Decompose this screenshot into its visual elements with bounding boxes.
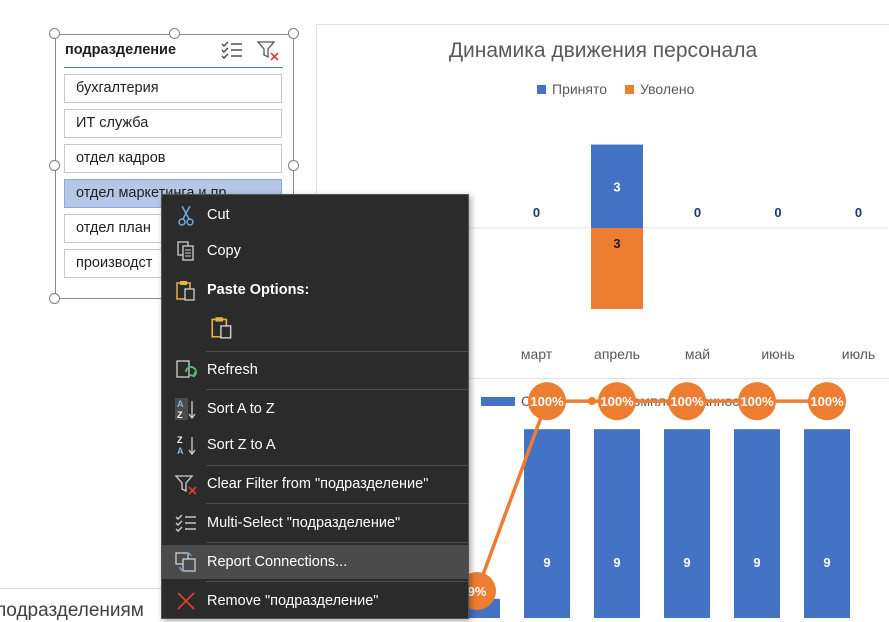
menu-item-multi-select[interactable]: Multi-Select "подразделение" — [162, 506, 468, 540]
multi-select-icon — [175, 514, 196, 532]
data-label: 100% — [740, 394, 774, 409]
menu-label: Multi-Select "подразделение" — [207, 515, 401, 531]
context-menu[interactable]: Cut Copy Paste Options: Refresh A Z Sort… — [161, 194, 469, 619]
menu-item-remove[interactable]: Remove "подразделение" — [162, 584, 468, 618]
menu-item-report-connections[interactable]: Report Connections... — [162, 545, 468, 579]
clear-filter-icon — [174, 475, 197, 495]
resize-handle[interactable] — [288, 28, 299, 39]
resize-handle[interactable] — [49, 160, 60, 171]
menu-separator — [206, 351, 468, 352]
sheet-rule — [0, 588, 161, 589]
data-label: 9 — [753, 555, 760, 570]
data-label: 3 — [613, 179, 620, 194]
menu-separator — [206, 542, 468, 543]
svg-text:A: A — [177, 399, 184, 409]
bar-headcount — [734, 429, 780, 618]
svg-text:Z: Z — [177, 435, 183, 445]
bar-headcount — [524, 429, 570, 618]
bar-headcount — [594, 429, 640, 618]
svg-text:Z: Z — [177, 410, 183, 420]
menu-separator — [206, 581, 468, 582]
data-label: 0 — [533, 205, 540, 220]
menu-label: Copy — [207, 243, 241, 259]
clear-filter-icon[interactable] — [256, 39, 280, 61]
sort-descending-icon: Z A — [177, 435, 196, 456]
data-label: 100% — [530, 394, 564, 409]
data-label: 9% — [468, 584, 487, 599]
menu-label: Clear Filter from "подразделение" — [207, 476, 429, 492]
menu-label: Sort A to Z — [207, 401, 275, 417]
bar-headcount — [664, 429, 710, 618]
menu-label: Sort Z to A — [207, 437, 276, 453]
menu-item-sort-a-z[interactable]: A Z Sort A to Z — [162, 392, 468, 426]
paste-icon — [176, 281, 195, 301]
resize-handle[interactable] — [169, 28, 180, 39]
paste-icon[interactable] — [209, 315, 235, 339]
resize-handle[interactable] — [288, 160, 299, 171]
bar-headcount — [804, 429, 850, 618]
menu-label: Cut — [207, 207, 230, 223]
data-label: 100% — [600, 394, 634, 409]
menu-label: Refresh — [207, 362, 258, 378]
x-tick-label: май — [685, 346, 710, 362]
menu-item-paste-options[interactable]: Paste Options: — [162, 273, 468, 345]
data-label: 0 — [774, 205, 781, 220]
menu-item-sort-z-a[interactable]: Z A Sort Z to A — [162, 428, 468, 462]
data-label: 100% — [810, 394, 844, 409]
slicer-item[interactable]: отдел кадров — [64, 144, 282, 173]
svg-text:A: A — [177, 446, 184, 456]
resize-handle[interactable] — [49, 28, 60, 39]
menu-separator — [206, 465, 468, 466]
x-tick-label: март — [521, 346, 553, 362]
resize-handle[interactable] — [49, 293, 60, 304]
slicer-header-rule — [64, 67, 283, 68]
menu-label: Report Connections... — [207, 554, 348, 570]
scissors-icon — [178, 205, 194, 226]
slicer-item[interactable]: ИТ служба — [64, 109, 282, 138]
data-label: 9 — [543, 555, 550, 570]
remove-icon — [177, 592, 195, 610]
data-label: 9 — [823, 555, 830, 570]
x-tick-label: июль — [842, 346, 875, 362]
x-tick-label: апрель — [594, 346, 640, 362]
data-label: 0 — [855, 205, 862, 220]
menu-item-copy[interactable]: Copy — [162, 234, 468, 268]
sort-ascending-icon: A Z — [175, 398, 196, 420]
refresh-icon — [176, 360, 197, 378]
data-label: 9 — [613, 555, 620, 570]
data-label: 3 — [613, 236, 620, 251]
menu-separator — [206, 503, 468, 504]
data-label: 9 — [683, 555, 690, 570]
menu-item-cut[interactable]: Cut — [162, 198, 468, 232]
data-label: 100% — [670, 394, 704, 409]
menu-item-refresh[interactable]: Refresh — [162, 353, 468, 387]
menu-header: Paste Options: — [207, 282, 310, 298]
report-connections-icon — [175, 552, 196, 572]
x-tick-label: июнь — [761, 346, 794, 362]
data-label: 0 — [694, 205, 701, 220]
menu-label: Remove "подразделение" — [207, 593, 379, 609]
slicer-item[interactable]: бухгалтерия — [64, 74, 282, 103]
menu-separator — [206, 389, 468, 390]
copy-icon — [177, 241, 194, 261]
slicer-title: подразделение — [65, 42, 177, 58]
multi-select-icon[interactable] — [220, 39, 244, 61]
menu-item-clear-filter[interactable]: Clear Filter from "подразделение" — [162, 467, 468, 501]
